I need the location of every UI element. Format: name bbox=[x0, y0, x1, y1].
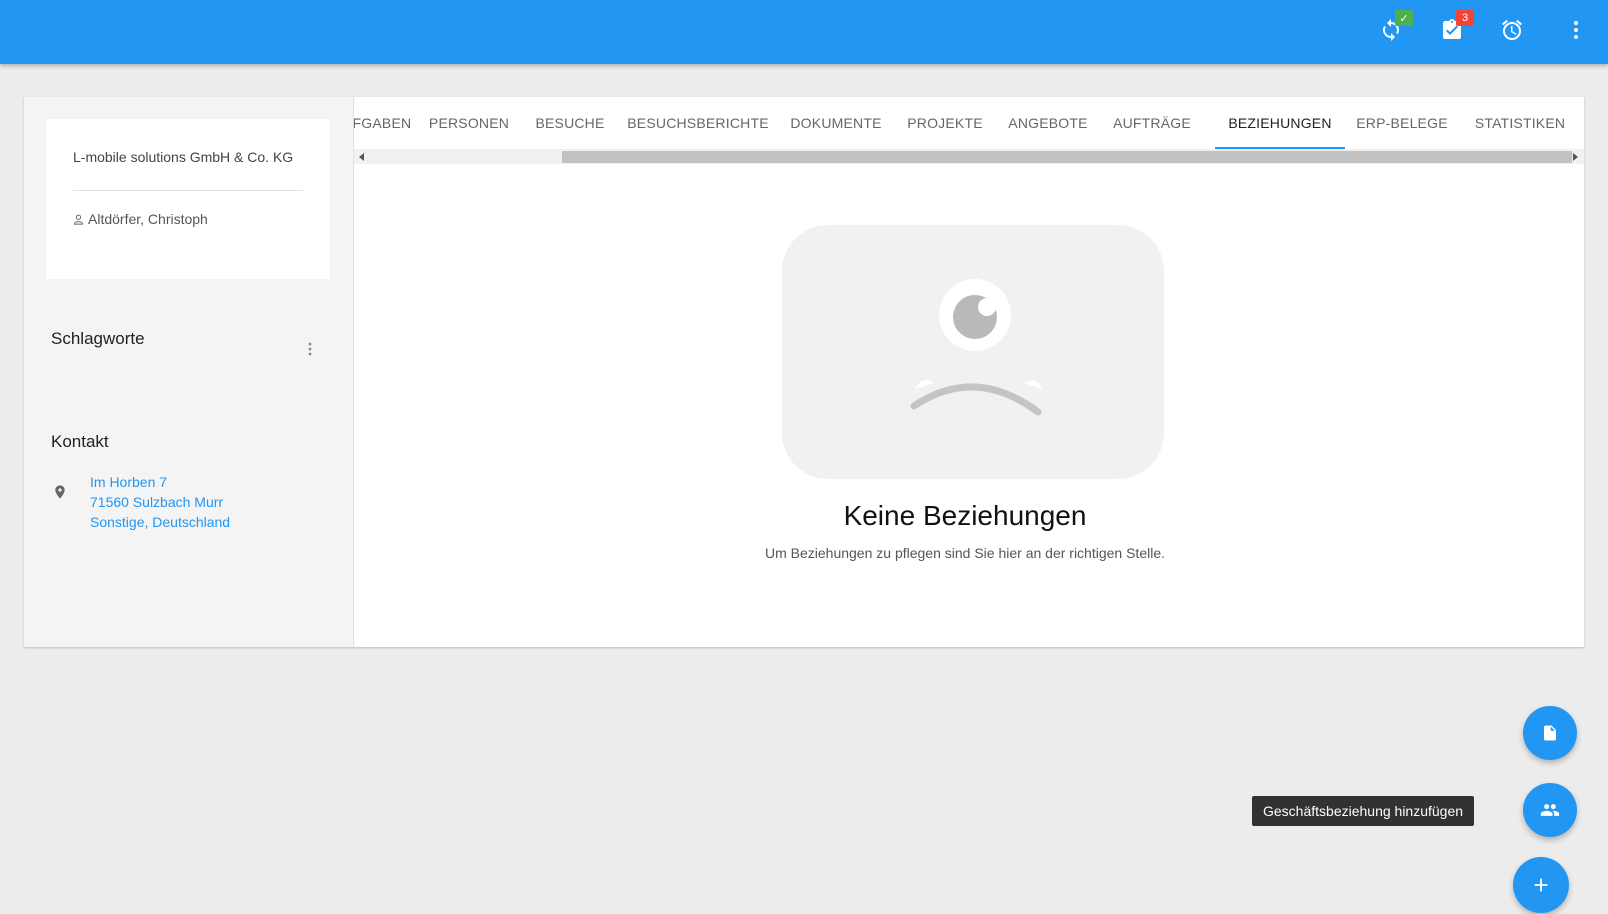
tab-aufgaben[interactable]: AUFGABEN bbox=[354, 97, 416, 149]
tags-menu-button[interactable] bbox=[300, 339, 320, 359]
add-button[interactable] bbox=[1513, 857, 1569, 913]
divider bbox=[73, 190, 303, 191]
address-region[interactable]: Sonstige, Deutschland bbox=[90, 514, 230, 530]
plus-icon bbox=[1534, 878, 1548, 892]
alarm-clock-icon bbox=[1502, 19, 1522, 40]
scrollbar-thumb[interactable] bbox=[562, 151, 1572, 163]
sync-button[interactable]: ✓ bbox=[1371, 10, 1413, 50]
add-document-button[interactable] bbox=[1523, 706, 1577, 760]
tab-besuche[interactable]: BESUCHE bbox=[522, 97, 618, 149]
fab-tooltip: Geschäftsbeziehung hinzufügen bbox=[1252, 796, 1475, 826]
tab-statistiken[interactable]: STATISTIKEN bbox=[1458, 97, 1582, 149]
scroll-left-arrow-icon[interactable] bbox=[357, 152, 367, 162]
contact-section-title: Kontakt bbox=[51, 432, 109, 451]
tab-angebote[interactable]: ANGEBOTE bbox=[996, 97, 1100, 149]
person-icon bbox=[73, 214, 84, 225]
tabs-scrollbar[interactable] bbox=[354, 149, 1584, 164]
address-street[interactable]: Im Horben 7 bbox=[90, 474, 167, 490]
tab-erp-belege[interactable]: ERP-BELEGE bbox=[1346, 97, 1458, 149]
tab-auftraege[interactable]: AUFTRÄGE bbox=[1100, 97, 1204, 149]
sad-monster-illustration bbox=[782, 225, 1164, 479]
document-icon bbox=[1544, 725, 1556, 741]
tab-dokumente[interactable]: DOKUMENTE bbox=[778, 97, 894, 149]
tasks-button[interactable]: 3 bbox=[1432, 10, 1474, 50]
contact-person-name: Altdörfer, Christoph bbox=[88, 211, 208, 227]
scroll-right-arrow-icon[interactable] bbox=[1570, 152, 1580, 162]
tab-besuchsberichte[interactable]: BESUCHSBERICHTE bbox=[618, 97, 778, 149]
more-vert-icon bbox=[1574, 21, 1578, 39]
tab-personen[interactable]: PERSONEN bbox=[416, 97, 522, 149]
people-icon bbox=[1540, 804, 1560, 816]
more-vert-icon bbox=[308, 342, 312, 356]
sync-status-badge: ✓ bbox=[1395, 10, 1413, 26]
tab-bar: AUFGABEN PERSONEN BESUCHE BESUCHSBERICHT… bbox=[354, 97, 1584, 149]
add-relationship-button[interactable] bbox=[1523, 783, 1577, 837]
company-sidebar: L-mobile solutions GmbH & Co. KG Altdörf… bbox=[24, 97, 354, 647]
tab-beziehungen[interactable]: BEZIEHUNGEN bbox=[1215, 97, 1345, 149]
tags-section-title: Schlagworte bbox=[51, 329, 145, 348]
empty-state-subtitle: Um Beziehungen zu pflegen sind Sie hier … bbox=[764, 545, 1166, 561]
empty-state-title: Keine Beziehungen bbox=[843, 500, 1087, 531]
company-name: L-mobile solutions GmbH & Co. KG bbox=[73, 149, 294, 165]
company-summary-box: L-mobile solutions GmbH & Co. KG Altdörf… bbox=[46, 119, 330, 279]
tab-projekte[interactable]: PROJEKTE bbox=[894, 97, 996, 149]
address-city[interactable]: 71560 Sulzbach Murr bbox=[90, 494, 223, 510]
contact-person: Altdörfer, Christoph bbox=[73, 211, 208, 227]
tasks-count-badge: 3 bbox=[1456, 10, 1474, 26]
app-toolbar: ✓ 3 bbox=[0, 0, 1608, 64]
more-menu-button[interactable] bbox=[1556, 10, 1596, 50]
location-pin-icon bbox=[52, 483, 68, 506]
alarm-button[interactable] bbox=[1492, 10, 1532, 50]
